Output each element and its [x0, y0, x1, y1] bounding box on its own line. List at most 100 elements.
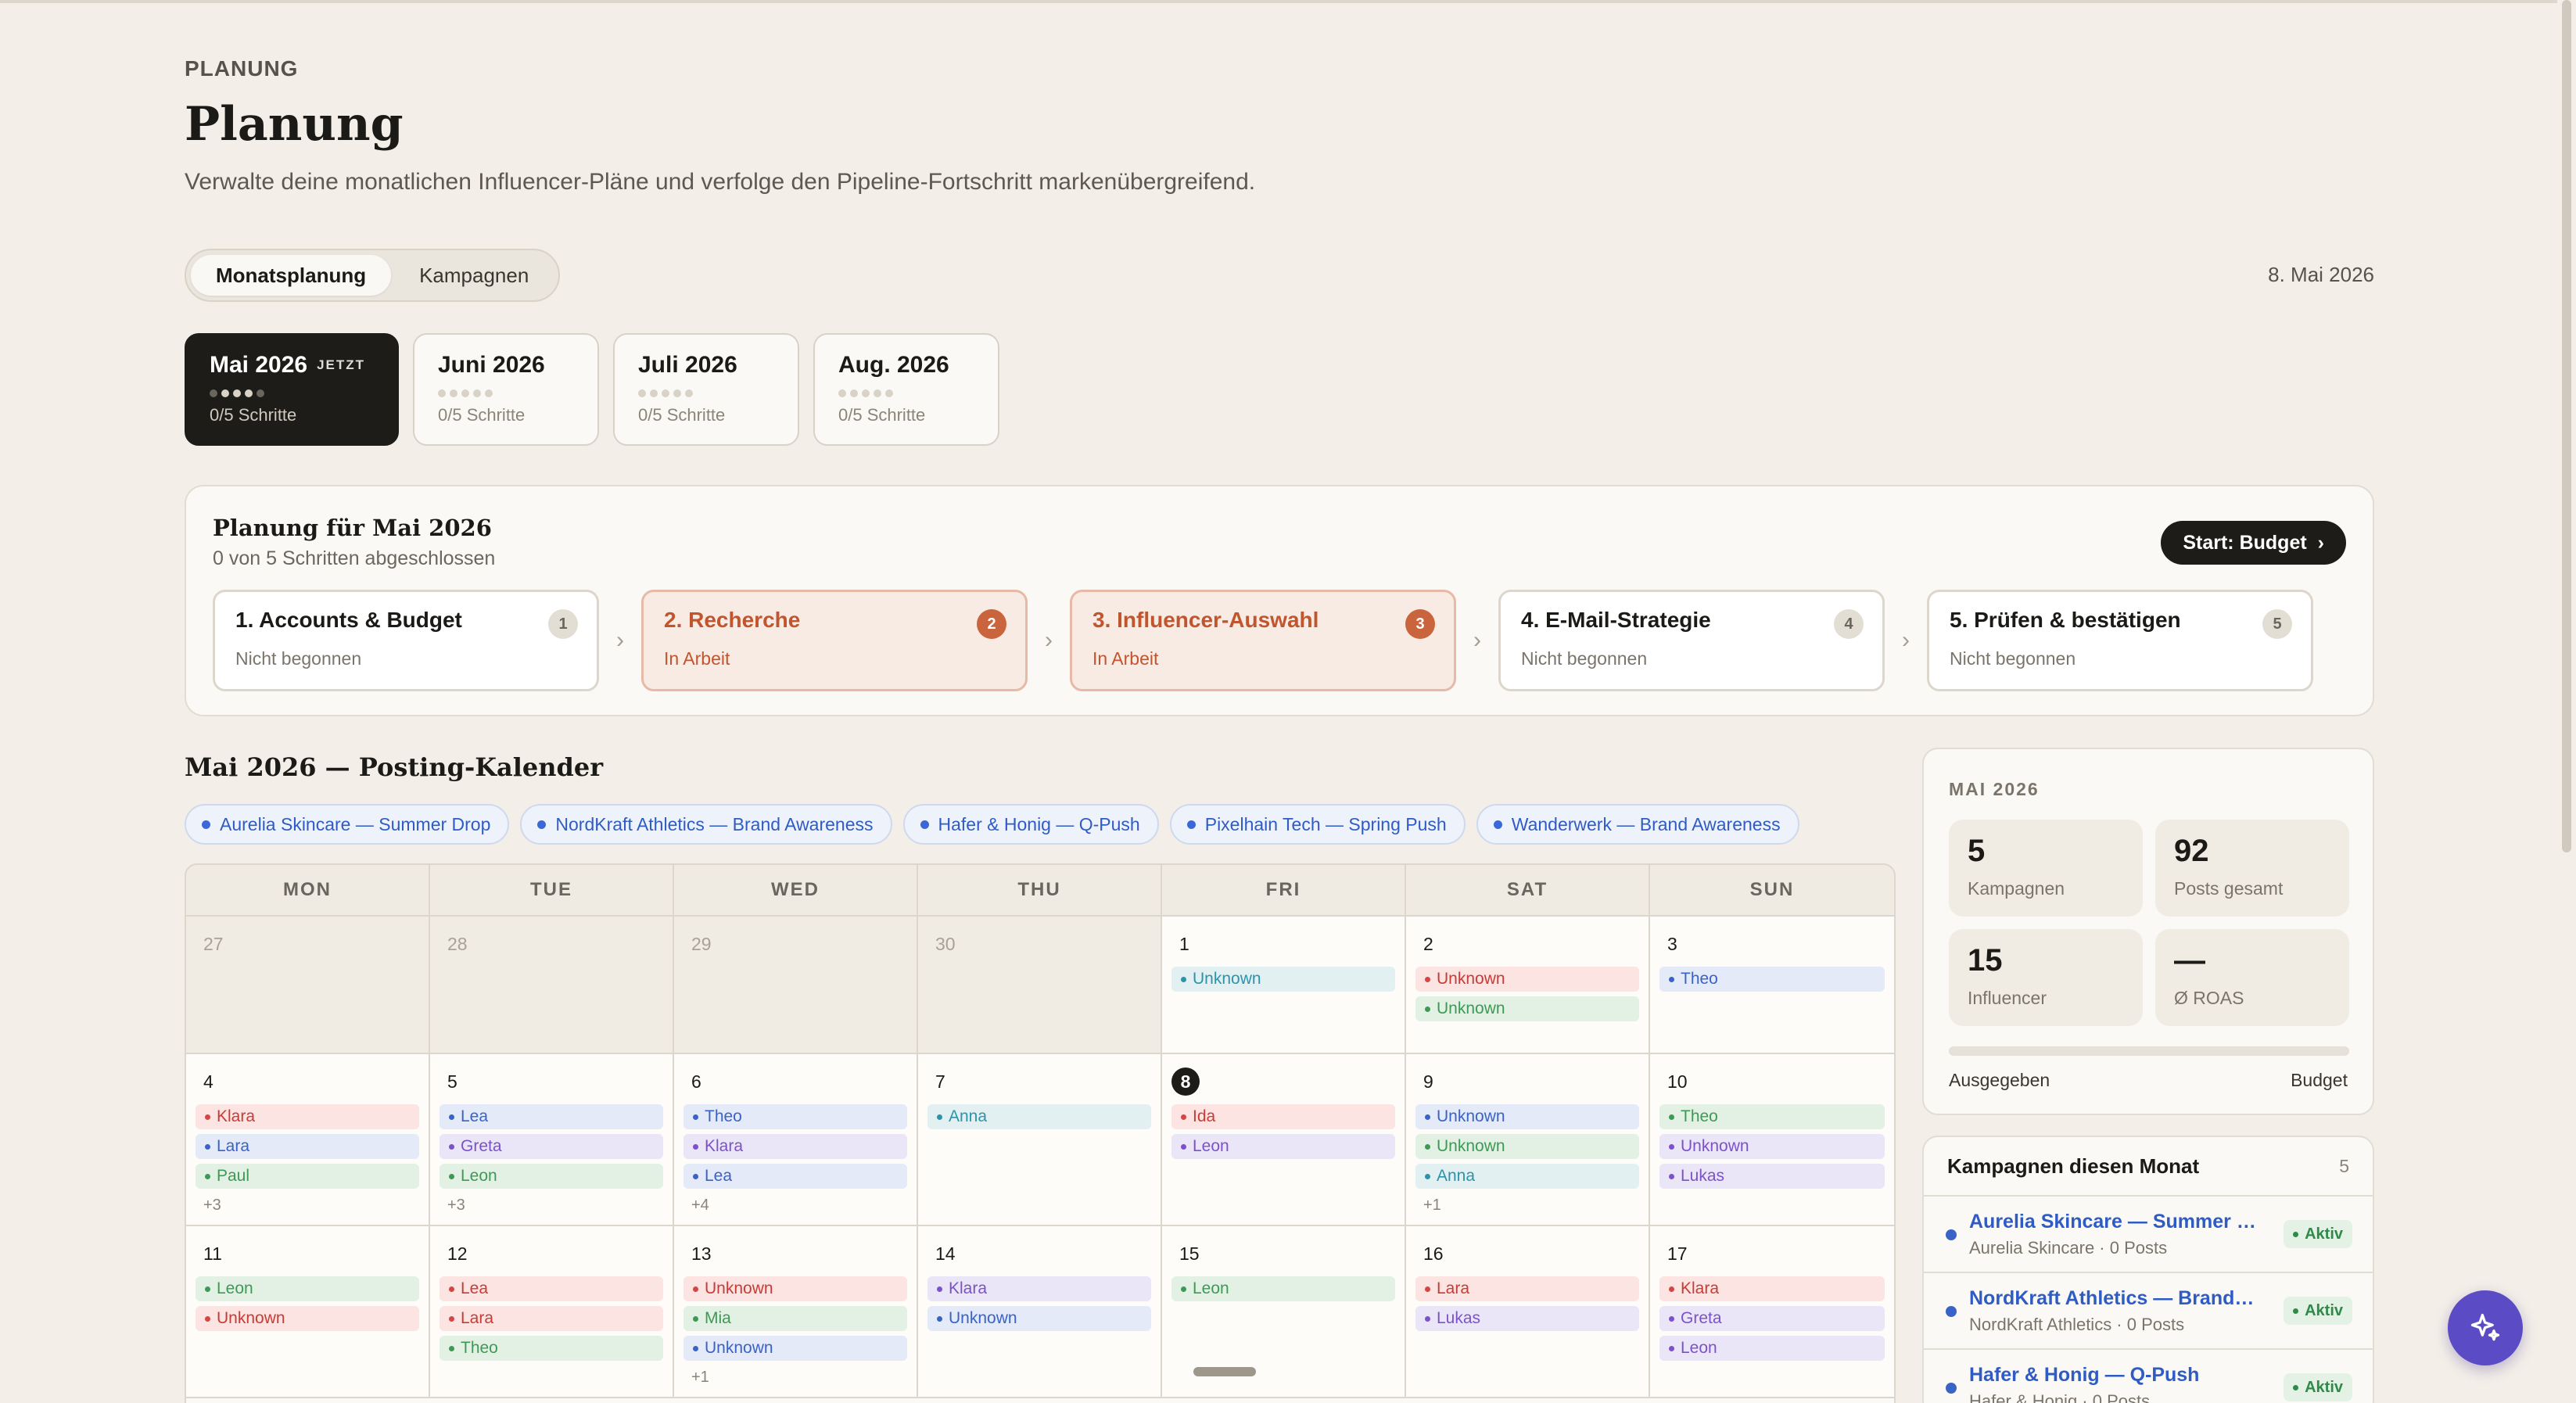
- campaign-chip[interactable]: Wanderwerk — Brand Awareness: [1476, 804, 1799, 845]
- post-event[interactable]: Ida: [1171, 1104, 1395, 1129]
- start-budget-button[interactable]: Start: Budget ›: [2161, 521, 2346, 565]
- post-event[interactable]: Theo: [1659, 967, 1885, 992]
- dot-icon: [449, 1143, 454, 1150]
- post-event[interactable]: Lea: [439, 1104, 663, 1129]
- post-event[interactable]: Greta: [439, 1134, 663, 1159]
- campaign-chip[interactable]: Aurelia Skincare — Summer Drop: [185, 804, 510, 845]
- post-event[interactable]: Leon: [196, 1276, 419, 1301]
- post-event[interactable]: Greta: [1659, 1306, 1885, 1331]
- post-event[interactable]: Leon: [439, 1164, 663, 1189]
- post-event[interactable]: Anna: [1415, 1164, 1639, 1189]
- calendar-day-cell[interactable]: 17 Klara Greta Leon: [1650, 1226, 1894, 1397]
- calendar-day-cell[interactable]: 1 Unknown: [1162, 917, 1406, 1053]
- calendar-day-cell[interactable]: 2 Unknown Unknown: [1406, 917, 1650, 1053]
- calendar-day-cell[interactable]: 4 Klara Lara Paul +3: [186, 1054, 430, 1225]
- ai-assistant-button[interactable]: [2448, 1290, 2523, 1365]
- post-event[interactable]: Lea: [683, 1164, 907, 1189]
- influencer-name: Unknown: [1437, 1107, 1505, 1125]
- step-influencer-auswahl[interactable]: 3. Influencer-Auswahl In Arbeit 3: [1070, 590, 1456, 691]
- post-event[interactable]: Mia: [683, 1306, 907, 1331]
- tab-kampagnen[interactable]: Kampagnen: [394, 255, 554, 296]
- stat-posts: 92 Posts gesamt: [2155, 820, 2349, 917]
- post-event[interactable]: Theo: [1659, 1104, 1885, 1129]
- post-event[interactable]: Lara: [196, 1134, 419, 1159]
- resize-handle[interactable]: [1193, 1367, 1256, 1376]
- calendar-day-cell[interactable]: 10 Theo Unknown Lukas: [1650, 1054, 1894, 1225]
- post-event[interactable]: Unknown: [683, 1336, 907, 1361]
- post-event[interactable]: Unknown: [683, 1276, 907, 1301]
- day-number: 4: [203, 1071, 213, 1092]
- post-event[interactable]: Unknown: [196, 1306, 419, 1331]
- more-events-link[interactable]: +3: [196, 1197, 419, 1215]
- month-card-aug[interactable]: Aug. 2026 0/5 Schritte: [813, 333, 999, 446]
- post-event[interactable]: Unknown: [927, 1306, 1151, 1331]
- post-event[interactable]: Anna: [927, 1104, 1151, 1129]
- calendar-day-cell[interactable]: 3 Theo: [1650, 917, 1894, 1053]
- step-pruefen-bestaetigen[interactable]: 5. Prüfen & bestätigen Nicht begonnen 5: [1927, 590, 2313, 691]
- calendar-day-cell[interactable]: 11 Leon Unknown: [186, 1226, 430, 1397]
- more-events-link[interactable]: +1: [683, 1369, 907, 1387]
- post-event[interactable]: Lukas: [1415, 1306, 1639, 1331]
- post-event[interactable]: Leon: [1171, 1276, 1395, 1301]
- post-event[interactable]: Lara: [439, 1306, 663, 1331]
- calendar-day-cell[interactable]: 28: [430, 917, 674, 1053]
- calendar-day-cell[interactable]: 29: [674, 917, 918, 1053]
- tab-monatsplanung[interactable]: Monatsplanung: [191, 255, 392, 296]
- more-events-link[interactable]: +3: [439, 1197, 663, 1215]
- campaign-item[interactable]: Hafer & Honig — Q-Push Hafer & Honig · 0…: [1924, 1350, 2373, 1403]
- calendar-day-cell[interactable]: 5 Lea Greta Leon +3: [430, 1054, 674, 1225]
- step-accounts-budget[interactable]: 1. Accounts & Budget Nicht begonnen 1: [213, 590, 599, 691]
- post-event[interactable]: Klara: [196, 1104, 419, 1129]
- post-event[interactable]: Unknown: [1415, 1104, 1639, 1129]
- post-event[interactable]: Unknown: [1415, 1134, 1639, 1159]
- calendar-day-cell[interactable]: 8 Ida Leon: [1162, 1054, 1406, 1225]
- campaign-chip[interactable]: Hafer & Honig — Q-Push: [902, 804, 1159, 845]
- dot-icon: [449, 1286, 454, 1292]
- post-event[interactable]: Paul: [196, 1164, 419, 1189]
- campaign-item[interactable]: NordKraft Athletics — Brand A... NordKra…: [1924, 1273, 2373, 1350]
- post-event[interactable]: Klara: [927, 1276, 1151, 1301]
- post-event[interactable]: Lukas: [1659, 1164, 1885, 1189]
- dot-icon: [1669, 1114, 1674, 1120]
- campaign-chip[interactable]: NordKraft Athletics — Brand Awareness: [520, 804, 892, 845]
- calendar-day-cell[interactable]: 9 Unknown Unknown Anna +1: [1406, 1054, 1650, 1225]
- scrollbar[interactable]: [2557, 0, 2576, 1403]
- post-event[interactable]: Unknown: [1659, 1134, 1885, 1159]
- calendar-day-cell[interactable]: 7 Anna: [918, 1054, 1162, 1225]
- campaign-name[interactable]: Aurelia Skincare — Summer D...: [1969, 1211, 2258, 1233]
- more-events-link[interactable]: +4: [683, 1197, 907, 1215]
- post-event[interactable]: Lea: [439, 1276, 663, 1301]
- month-card-juni[interactable]: Juni 2026 0/5 Schritte: [413, 333, 599, 446]
- calendar-day-cell[interactable]: 16 Lara Lukas: [1406, 1226, 1650, 1397]
- start-button-label: Start: Budget: [2183, 531, 2307, 554]
- post-event[interactable]: Theo: [439, 1336, 663, 1361]
- scrollbar-thumb[interactable]: [2562, 0, 2571, 852]
- calendar-day-cell[interactable]: 6 Theo Klara Lea +4: [674, 1054, 918, 1225]
- step-email-strategie[interactable]: 4. E-Mail-Strategie Nicht begonnen 4: [1498, 590, 1885, 691]
- post-event[interactable]: Unknown: [1415, 967, 1639, 992]
- post-event[interactable]: Leon: [1659, 1336, 1885, 1361]
- campaign-name[interactable]: Hafer & Honig — Q-Push: [1969, 1364, 2258, 1387]
- dot-icon: [693, 1114, 698, 1120]
- status-badge: Aktiv: [2284, 1373, 2352, 1401]
- post-event[interactable]: Klara: [1659, 1276, 1885, 1301]
- calendar-day-cell[interactable]: 27: [186, 917, 430, 1053]
- month-card-juli[interactable]: Juli 2026 0/5 Schritte: [613, 333, 799, 446]
- calendar-day-cell[interactable]: 14 Klara Unknown: [918, 1226, 1162, 1397]
- month-card-mai[interactable]: Mai 2026 JETZT 0/5 Schritte: [185, 333, 399, 446]
- post-event[interactable]: Klara: [683, 1134, 907, 1159]
- campaign-item[interactable]: Aurelia Skincare — Summer D... Aurelia S…: [1924, 1197, 2373, 1273]
- calendar-day-cell[interactable]: 30: [918, 917, 1162, 1053]
- calendar-day-cell[interactable]: 12 Lea Lara Theo: [430, 1226, 674, 1397]
- campaign-name[interactable]: NordKraft Athletics — Brand A...: [1969, 1287, 2258, 1310]
- post-event[interactable]: Theo: [683, 1104, 907, 1129]
- post-event[interactable]: Unknown: [1171, 967, 1395, 992]
- step-recherche[interactable]: 2. Recherche In Arbeit 2: [641, 590, 1028, 691]
- post-event[interactable]: Unknown: [1415, 996, 1639, 1021]
- campaign-chip[interactable]: Pixelhain Tech — Spring Push: [1169, 804, 1466, 845]
- day-events: Lara Lukas: [1415, 1276, 1639, 1331]
- post-event[interactable]: Lara: [1415, 1276, 1639, 1301]
- post-event[interactable]: Leon: [1171, 1134, 1395, 1159]
- calendar-day-cell[interactable]: 13 Unknown Mia Unknown +1: [674, 1226, 918, 1397]
- more-events-link[interactable]: +1: [1415, 1197, 1639, 1215]
